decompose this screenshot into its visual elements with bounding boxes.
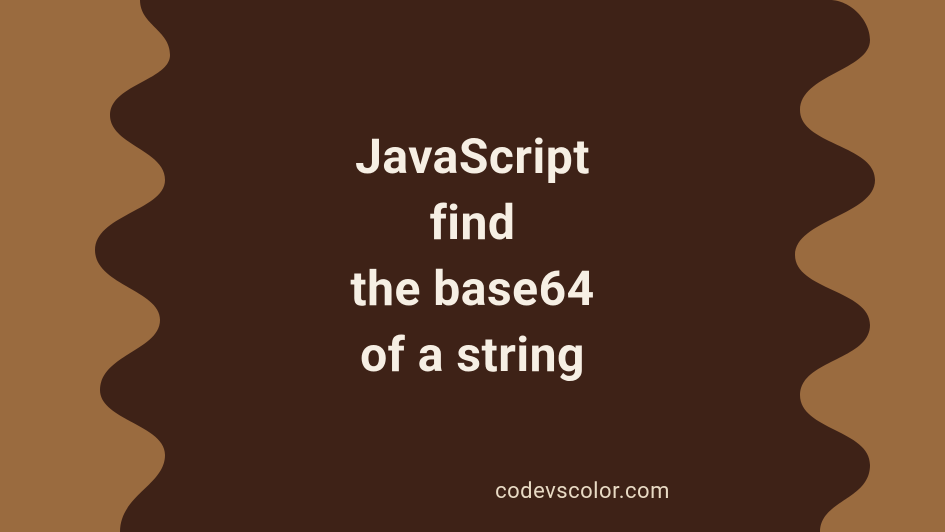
title-line-3: the base64 <box>350 259 594 319</box>
title-line-2: find <box>430 193 516 253</box>
title-line-4: of a string <box>360 325 585 385</box>
site-credit: codevscolor.com <box>0 479 945 504</box>
title-line-1: JavaScript <box>355 127 590 187</box>
title-block: JavaScript find the base64 of a string <box>0 0 945 532</box>
